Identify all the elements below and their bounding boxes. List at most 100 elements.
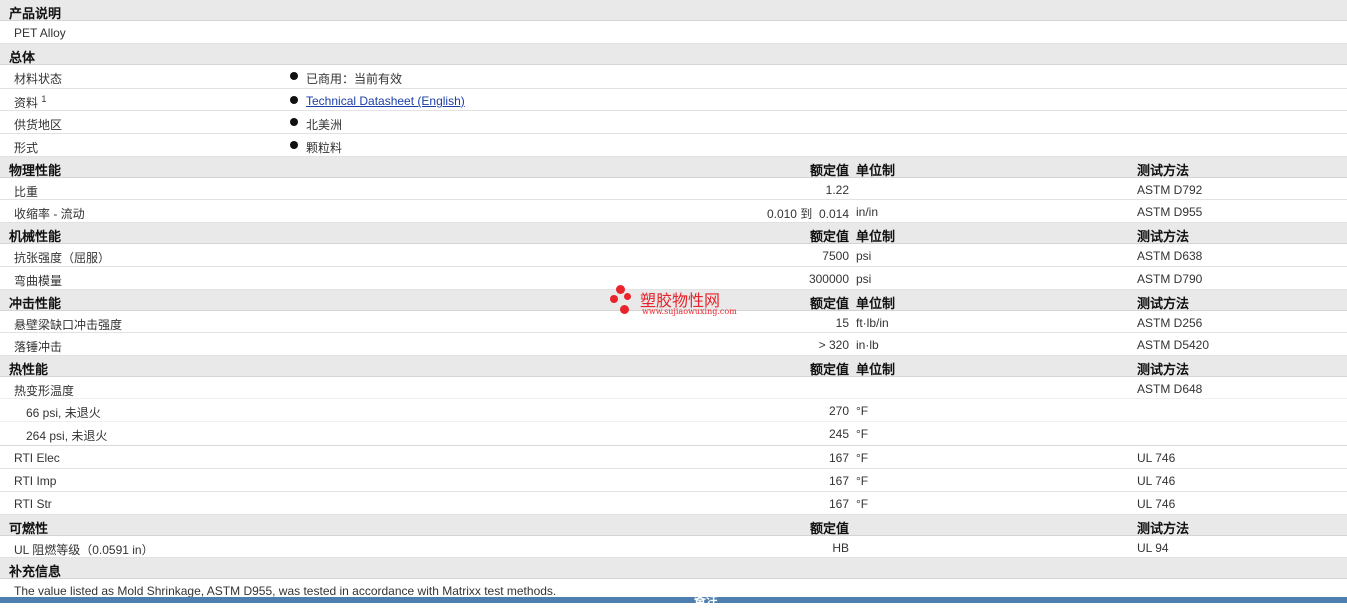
property-row: 热变形温度 ASTM D648 — [0, 377, 1347, 399]
property-unit: °F — [856, 404, 869, 418]
property-value: 15 — [835, 316, 849, 330]
property-test-method: UL 746 — [1137, 451, 1176, 465]
supplement-note: The value listed as Mold Shrinkage, ASTM… — [14, 584, 557, 598]
notes-bar[interactable]: 备注 — [0, 593, 1347, 607]
property-label: RTI Imp — [14, 474, 57, 488]
notes-bar-label: 备注 — [694, 593, 719, 607]
logo-dot — [624, 293, 631, 300]
section-header-supplement: 补充信息 — [0, 558, 1347, 579]
property-label: RTI Elec — [14, 451, 60, 465]
test-method-header: 测试方法 — [1137, 229, 1190, 244]
general-row-status: 材料状态 已商用：当前有效 — [0, 65, 1347, 89]
property-row: RTI Imp 167 °F UL 746 — [0, 469, 1347, 492]
test-method-header: 测试方法 — [1137, 296, 1190, 311]
property-unit: °F — [856, 427, 869, 441]
property-row: RTI Str 167 °F UL 746 — [0, 492, 1347, 515]
test-method-header: 测试方法 — [1137, 521, 1190, 536]
section-header-description: 产品说明 — [0, 0, 1347, 21]
property-label: 264 psi, 未退火 — [26, 429, 108, 443]
section-title: 总体 — [9, 50, 36, 65]
bullet-icon — [290, 72, 298, 80]
property-label: 抗张强度（屈服） — [14, 251, 111, 265]
property-value: 7500 — [822, 249, 849, 263]
bullet-icon — [290, 96, 298, 104]
property-unit: °F — [856, 474, 869, 488]
property-value: 245 — [828, 427, 849, 441]
hdt-group: 热变形温度 ASTM D648 66 psi, 未退火 270 °F 264 p… — [0, 377, 1347, 446]
property-value: 1.22 — [825, 183, 849, 197]
property-test-method: ASTM D955 — [1137, 205, 1203, 219]
section-header-thermal: 热性能 额定值 单位制 测试方法 — [0, 356, 1347, 377]
property-value: 167 — [828, 451, 849, 465]
technical-datasheet-link[interactable]: Technical Datasheet (English) — [306, 94, 465, 108]
nominal-header: 额定值 — [809, 362, 849, 377]
property-sub-row: 66 psi, 未退火 270 °F — [0, 399, 1347, 422]
general-row-region: 供货地区 北美洲 — [0, 111, 1347, 134]
property-unit: psi — [856, 272, 872, 286]
property-value: 167 — [828, 474, 849, 488]
footnote-marker: 1 — [41, 94, 47, 104]
property-label: RTI Str — [14, 497, 52, 511]
property-test-method: ASTM D256 — [1137, 316, 1203, 330]
section-title: 热性能 — [9, 362, 49, 377]
property-unit: in/in — [856, 205, 879, 219]
property-unit: °F — [856, 451, 869, 465]
property-label: 收缩率 - 流动 — [14, 207, 85, 221]
unit-header: 单位制 — [856, 296, 896, 311]
bullet-icon — [290, 141, 298, 149]
property-test-method: ASTM D638 — [1137, 249, 1203, 263]
nominal-header: 额定值 — [809, 163, 849, 178]
watermark-logo: 塑胶物性网 www.sujiaowuxing.com — [610, 283, 760, 319]
section-title: 机械性能 — [9, 229, 62, 244]
test-method-header: 测试方法 — [1137, 163, 1190, 178]
section-header-physical: 物理性能 额定值 单位制 测试方法 — [0, 157, 1347, 178]
property-value: 167 — [828, 497, 849, 511]
property-test-method: ASTM D792 — [1137, 183, 1203, 197]
property-value: HB — [832, 541, 849, 555]
general-row-resources: 资料 1 Technical Datasheet (English) — [0, 89, 1347, 111]
row-label: 供货地区 — [14, 118, 63, 132]
property-label: 比重 — [14, 185, 39, 199]
section-header-flammability: 可燃性 额定值 测试方法 — [0, 515, 1347, 536]
nominal-header: 额定值 — [809, 229, 849, 244]
section-title: 物理性能 — [9, 163, 62, 178]
watermark-url: www.sujiaowuxing.com — [642, 307, 737, 316]
row-label: 资料 1 — [14, 94, 46, 111]
property-label: 落锤冲击 — [14, 340, 63, 354]
row-label-text: 资料 — [14, 96, 39, 110]
property-test-method: UL 746 — [1137, 474, 1176, 488]
property-value: 0.010 到 0.014 — [766, 207, 849, 221]
property-test-method: UL 746 — [1137, 497, 1176, 511]
property-sub-row: 264 psi, 未退火 245 °F — [0, 422, 1347, 445]
logo-dot — [620, 305, 629, 314]
property-value: 270 — [828, 404, 849, 418]
property-unit: psi — [856, 249, 872, 263]
property-row: UL 阻燃等级（0.0591 in） HB UL 94 — [0, 536, 1347, 558]
logo-dot — [616, 285, 625, 294]
row-label: 形式 — [14, 141, 39, 155]
property-test-method: ASTM D790 — [1137, 272, 1203, 286]
property-row: 比重 1.22 ASTM D792 — [0, 178, 1347, 200]
property-value: 300000 — [808, 272, 849, 286]
property-label: 热变形温度 — [14, 384, 75, 398]
general-row-form: 形式 颗粒料 — [0, 134, 1347, 157]
logo-dot — [610, 295, 618, 303]
test-method-header: 测试方法 — [1137, 362, 1190, 377]
property-label: 弯曲模量 — [14, 274, 63, 288]
section-title: 可燃性 — [9, 521, 49, 536]
property-label: UL 阻燃等级（0.0591 in） — [14, 543, 154, 557]
section-title: 补充信息 — [9, 564, 62, 579]
property-label: 66 psi, 未退火 — [26, 406, 101, 420]
property-row: 落锤冲击 > 320 in·lb ASTM D5420 — [0, 333, 1347, 356]
property-row: 抗张强度（屈服） 7500 psi ASTM D638 — [0, 244, 1347, 267]
section-header-mechanical: 机械性能 额定值 单位制 测试方法 — [0, 223, 1347, 244]
property-unit: ft·lb/in — [856, 316, 889, 330]
product-description: PET Alloy — [14, 26, 66, 40]
bullet-icon — [290, 118, 298, 126]
property-unit: in·lb — [856, 338, 879, 352]
unit-header: 单位制 — [856, 163, 896, 178]
row-value: 北美洲 — [306, 118, 343, 132]
property-value: > 320 — [818, 338, 849, 352]
unit-header: 单位制 — [856, 229, 896, 244]
section-title: 冲击性能 — [9, 296, 62, 311]
